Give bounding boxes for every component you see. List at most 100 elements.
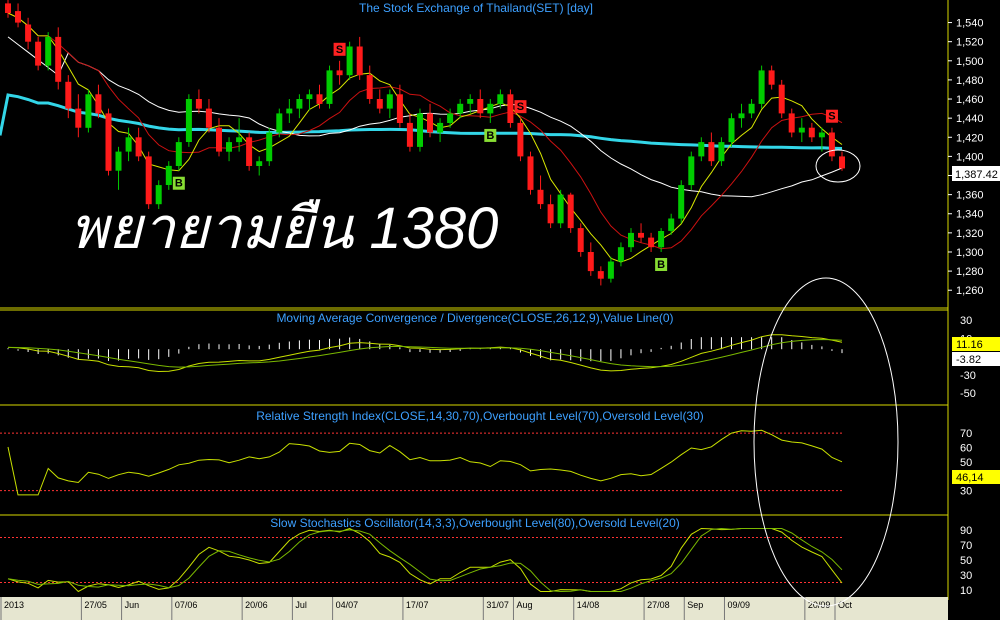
macd-histogram-bar	[97, 349, 99, 359]
candle-body	[35, 41, 42, 66]
macd-histogram-bar	[720, 337, 722, 350]
macd-histogram-bar	[37, 349, 39, 354]
macd-histogram-bar	[298, 340, 300, 350]
candle-body	[175, 142, 182, 166]
price-tick-label: 1,300	[956, 247, 984, 259]
stoch-title: Slow Stochastics Oscillator(14,3,3),Over…	[270, 516, 680, 530]
macd-histogram-bar	[419, 349, 421, 352]
candle-body	[236, 137, 243, 143]
candle-body	[818, 132, 825, 138]
macd-histogram-bar	[771, 337, 773, 350]
candle-body	[356, 46, 363, 76]
chart-title: The Stock Exchange of Thailand(SET) [day…	[359, 1, 593, 15]
date-tick-label: Jul	[295, 600, 307, 610]
candle-body	[457, 103, 464, 114]
candle-body	[577, 228, 584, 252]
candle-body	[396, 94, 403, 123]
macd-histogram-bar	[178, 349, 180, 354]
price-tick-label: 1,460	[956, 94, 984, 106]
candle-body	[105, 113, 112, 171]
candle-body	[507, 94, 514, 123]
macd-histogram-bar	[801, 342, 803, 350]
macd-histogram-bar	[570, 349, 572, 361]
candle-body	[336, 70, 343, 76]
macd-histogram-bar	[640, 349, 642, 354]
candle-body	[437, 122, 444, 133]
macd-histogram-bar	[308, 339, 310, 350]
candle-body	[386, 94, 393, 109]
date-tick-label: 27/05	[84, 600, 107, 610]
candle-body	[708, 142, 715, 162]
last-price-label: 1,387.42	[955, 169, 998, 181]
date-tick-label: 07/06	[175, 600, 198, 610]
macd-histogram-bar	[77, 349, 79, 360]
macd-histogram-bar	[821, 346, 823, 350]
candle-body	[678, 185, 685, 219]
candle-body	[547, 204, 554, 224]
macd-signal-label: -3.82	[956, 354, 981, 366]
candle-body	[135, 137, 142, 157]
rsi-tick-label: 60	[960, 443, 972, 455]
macd-tick-label: -30	[960, 370, 976, 382]
price-tick-label: 1,400	[956, 151, 984, 163]
date-axis: 2013 27/05 Jun 07/06 20/06 Jul 04/07 17/07 31/07…	[0, 597, 948, 620]
candle-body	[628, 232, 634, 248]
macd-histogram-bar	[811, 344, 813, 350]
price-tick-label: 1,360	[956, 190, 984, 202]
candle-body	[587, 252, 594, 272]
candle-body	[296, 99, 303, 109]
macd-histogram-bar	[399, 347, 401, 350]
buy-signal-label: B	[657, 259, 665, 271]
macd-histogram-bar	[610, 349, 612, 361]
macd-histogram-bar	[278, 342, 280, 350]
date-tick-label: 09/09	[727, 600, 750, 610]
candle-body	[75, 108, 82, 128]
stoch-tick-label: 10	[960, 585, 972, 597]
candle-body	[376, 99, 383, 109]
date-tick-label: Aug	[516, 600, 532, 610]
candle-body	[406, 122, 413, 147]
candle-body	[185, 99, 192, 142]
candle-body	[256, 161, 263, 166]
candle-body	[768, 70, 775, 85]
macd-histogram-bar	[198, 344, 200, 350]
macd-tick-label: 30	[960, 315, 972, 327]
candle-body	[417, 113, 423, 147]
macd-histogram-bar	[288, 341, 290, 350]
candle-body	[597, 271, 604, 279]
candle-body	[276, 113, 283, 133]
candle-body	[788, 113, 795, 133]
candle-body	[346, 46, 353, 76]
date-tick-label: 14/08	[577, 600, 600, 610]
stoch-tick-label: 50	[960, 555, 972, 567]
macd-tick-label: -50	[960, 388, 976, 400]
candle-body	[195, 99, 202, 109]
candle-body	[698, 142, 705, 157]
candle-body	[447, 113, 454, 123]
macd-histogram-bar	[841, 349, 843, 354]
rsi-title: Relative Strength Index(CLOSE,14,30,70),…	[256, 409, 704, 423]
candle-body	[165, 165, 172, 185]
candle-body	[537, 189, 544, 205]
date-tick-label: Sep	[687, 600, 703, 610]
macd-histogram-bar	[389, 344, 391, 350]
candle-body	[5, 3, 11, 14]
macd-histogram-bar	[680, 342, 682, 350]
date-axis-bar	[0, 597, 948, 620]
price-tick-label: 1,320	[956, 228, 984, 240]
candle-body	[205, 108, 212, 128]
date-tick-label: 17/07	[406, 600, 429, 610]
candle-body	[798, 127, 805, 133]
candle-body	[95, 94, 102, 114]
candle-body	[45, 36, 52, 66]
candle-body	[15, 11, 21, 23]
stoch-tick-label: 70	[960, 540, 972, 552]
date-tick-label: 20/06	[245, 600, 268, 610]
macd-histogram-bar	[188, 346, 190, 350]
macd-histogram-bar	[690, 339, 692, 350]
macd-histogram-bar	[148, 349, 150, 360]
macd-histogram-bar	[7, 348, 9, 350]
date-tick-label: Oct	[838, 600, 853, 610]
candle-body	[617, 247, 624, 262]
candle-body	[607, 261, 614, 279]
